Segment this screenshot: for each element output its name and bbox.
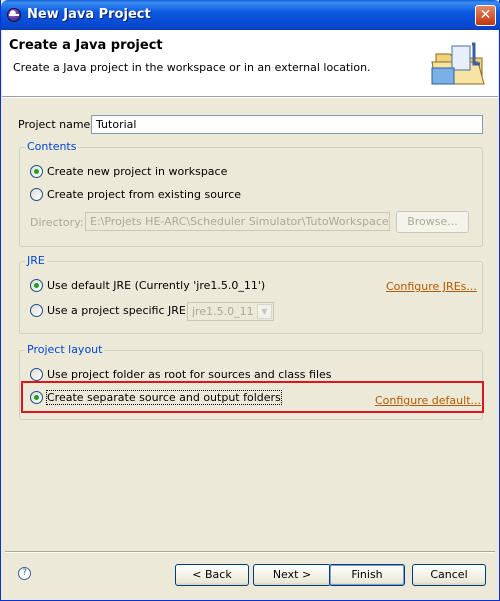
project-name-field[interactable]: Tutorial [91,115,483,134]
create-new-project-label: Create new project in workspace [47,165,228,178]
close-button[interactable]: ✕ [475,5,496,26]
window-title: New Java Project [27,7,151,22]
directory-label: Directory: [30,216,84,229]
title-bar: New Java Project ✕ [1,0,500,30]
radio-unselected-icon [30,188,43,201]
contents-legend: Contents [25,140,79,153]
directory-field[interactable]: E:\Projets HE-ARC\Scheduler Simulator\Tu… [85,212,390,231]
radio-selected-icon [30,165,43,178]
browse-button[interactable]: Browse... [396,211,469,233]
use-default-jre-radio[interactable]: Use default JRE (Currently 'jre1.5.0_11'… [30,279,265,292]
specific-jre-value: jre1.5.0_11 [192,305,254,318]
java-project-folder-icon [431,42,485,85]
create-new-project-radio[interactable]: Create new project in workspace [30,165,227,178]
chevron-down-icon: ▼ [257,304,272,319]
banner-title: Create a Java project [9,38,163,53]
next-button[interactable]: Next > [253,564,331,586]
radio-unselected-icon [30,304,43,317]
banner-separator [2,97,498,98]
create-from-existing-label: Create project from existing source [47,188,242,201]
finish-button[interactable]: Finish [329,564,405,586]
eclipse-icon [7,8,21,22]
configure-jres-link[interactable]: Configure JREs... [386,280,477,293]
footer-separator [5,551,495,553]
back-button[interactable]: < Back [175,564,249,586]
radio-selected-icon [30,279,43,292]
use-specific-jre-radio[interactable]: Use a project specific JRE: [30,304,190,317]
annotation-highlight-box [21,381,484,413]
specific-jre-select[interactable]: jre1.5.0_11 ▼ [187,302,274,321]
jre-group: JRE [19,254,483,334]
use-default-jre-label: Use default JRE (Currently 'jre1.5.0_11'… [47,279,266,292]
radio-unselected-icon [30,368,43,381]
help-icon[interactable]: ? [18,567,31,580]
banner-description: Create a Java project in the workspace o… [13,61,371,74]
cancel-button[interactable]: Cancel [412,564,486,586]
use-specific-jre-label: Use a project specific JRE: [47,304,190,317]
jre-legend: JRE [25,254,47,267]
use-project-folder-label: Use project folder as root for sources a… [47,368,332,381]
wizard-banner: Create a Java project Create a Java proj… [2,30,498,97]
new-java-project-dialog: New Java Project ✕ Create a Java project… [0,0,500,601]
project-layout-legend: Project layout [25,343,105,356]
create-from-existing-radio[interactable]: Create project from existing source [30,188,241,201]
project-name-label: Project name: [18,118,95,131]
use-project-folder-radio[interactable]: Use project folder as root for sources a… [30,368,332,381]
